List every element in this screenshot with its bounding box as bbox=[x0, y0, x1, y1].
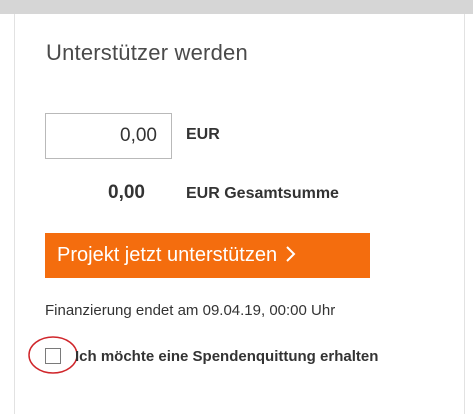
support-button-label: Projekt jetzt unterstützen bbox=[57, 244, 278, 266]
funding-end-text: Finanzierung endet am 09.04.19, 00:00 Uh… bbox=[45, 302, 336, 319]
total-label: EUR Gesamtsumme bbox=[186, 185, 339, 202]
card-title: Unterstützer werden bbox=[46, 40, 248, 65]
support-project-button[interactable]: Projekt jetzt unterstützen bbox=[45, 233, 370, 278]
total-value: 0,00 bbox=[108, 182, 145, 203]
top-divider bbox=[0, 0, 473, 14]
card-right-border bbox=[464, 14, 465, 414]
currency-label: EUR bbox=[186, 126, 220, 143]
card-left-border bbox=[14, 14, 15, 414]
amount-input[interactable] bbox=[45, 113, 172, 159]
donation-receipt-option: Ich möchte eine Spendenquittung erhalten bbox=[28, 336, 405, 394]
chevron-right-icon bbox=[285, 245, 297, 267]
support-widget: Unterstützer werden EUR 0,00 EUR Gesamts… bbox=[0, 0, 473, 414]
donation-receipt-checkbox[interactable] bbox=[45, 348, 61, 364]
donation-receipt-label[interactable]: Ich möchte eine Spendenquittung erhalten bbox=[75, 346, 405, 368]
